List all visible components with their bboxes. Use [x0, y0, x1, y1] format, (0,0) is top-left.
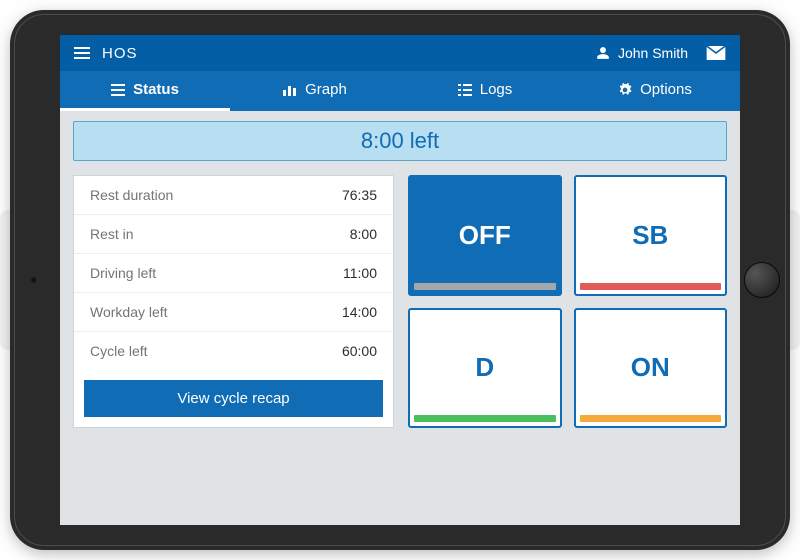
app-title: HOS — [102, 45, 138, 62]
duty-indicator-bar — [414, 283, 556, 290]
duty-tile-sb[interactable]: SB — [574, 175, 728, 296]
tab-options[interactable]: Options — [570, 71, 740, 111]
duty-indicator-bar — [414, 415, 556, 422]
stat-row-workday-left: Workday left 14:00 — [74, 293, 393, 332]
content-area: 8:00 left Rest duration 76:35 Rest in 8:… — [60, 111, 740, 438]
stat-label: Rest in — [90, 226, 134, 242]
stat-label: Cycle left — [90, 343, 148, 359]
stat-row-rest-in: Rest in 8:00 — [74, 215, 393, 254]
chart-icon — [283, 84, 297, 96]
menu-icon[interactable] — [74, 47, 90, 59]
logs-icon — [458, 84, 472, 96]
time-remaining-bar: 8:00 left — [73, 121, 727, 161]
duty-code: D — [475, 352, 494, 383]
tab-label: Graph — [305, 81, 347, 98]
duty-code: ON — [631, 352, 670, 383]
list-icon — [111, 84, 125, 96]
app-screen: HOS John Smith Status Graph Logs — [60, 35, 740, 525]
duty-tile-on[interactable]: ON — [574, 308, 728, 429]
stat-value: 8:00 — [350, 226, 377, 242]
stat-value: 14:00 — [342, 304, 377, 320]
stat-value: 76:35 — [342, 187, 377, 203]
tablet-frame: HOS John Smith Status Graph Logs — [10, 10, 790, 550]
top-bar: HOS John Smith — [60, 35, 740, 71]
duty-tile-off[interactable]: OFF — [408, 175, 562, 296]
stat-value: 11:00 — [343, 265, 377, 281]
tab-label: Logs — [480, 81, 513, 98]
stat-value: 60:00 — [342, 343, 377, 359]
stats-panel: Rest duration 76:35 Rest in 8:00 Driving… — [73, 175, 394, 428]
duty-indicator-bar — [580, 415, 722, 422]
stat-label: Rest duration — [90, 187, 173, 203]
tab-logs[interactable]: Logs — [400, 71, 570, 111]
duty-status-grid: OFF SB D ON — [408, 175, 727, 428]
user-area[interactable]: John Smith — [596, 45, 688, 61]
stat-label: Workday left — [90, 304, 168, 320]
stat-row-rest-duration: Rest duration 76:35 — [74, 176, 393, 215]
user-name: John Smith — [618, 45, 688, 61]
tab-status[interactable]: Status — [60, 71, 230, 111]
stat-row-cycle-left: Cycle left 60:00 — [74, 332, 393, 370]
duty-code: OFF — [459, 220, 511, 251]
tab-graph[interactable]: Graph — [230, 71, 400, 111]
duty-indicator-bar — [580, 283, 722, 290]
user-icon — [596, 46, 610, 60]
tab-label: Status — [133, 81, 179, 98]
duty-tile-d[interactable]: D — [408, 308, 562, 429]
tab-bar: Status Graph Logs Options — [60, 71, 740, 111]
stat-row-driving-left: Driving left 11:00 — [74, 254, 393, 293]
duty-code: SB — [632, 220, 668, 251]
view-cycle-recap-button[interactable]: View cycle recap — [84, 380, 383, 417]
gear-icon — [618, 83, 632, 97]
tablet-camera — [30, 277, 37, 284]
stat-label: Driving left — [90, 265, 156, 281]
tablet-home-button[interactable] — [744, 262, 780, 298]
tab-label: Options — [640, 81, 692, 98]
mail-icon[interactable] — [706, 46, 726, 60]
